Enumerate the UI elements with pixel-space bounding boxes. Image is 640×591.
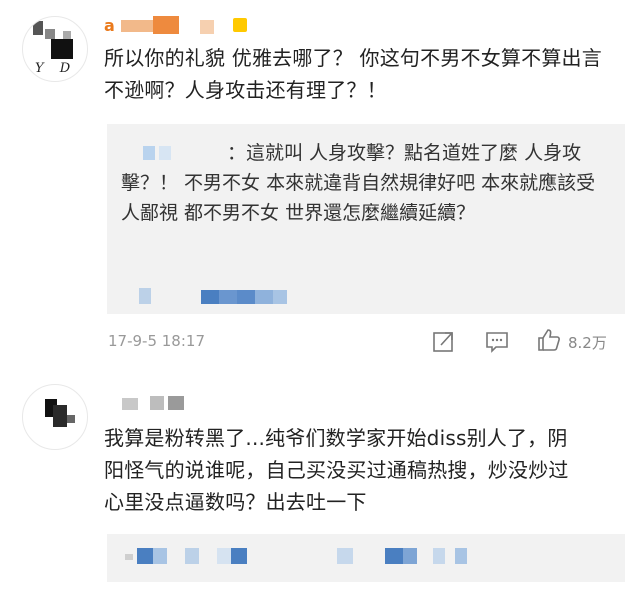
- username-redaction: [121, 20, 153, 32]
- image-placeholder: [385, 548, 403, 564]
- image-placeholder: [255, 290, 273, 304]
- image-placeholder: [217, 548, 231, 564]
- image-placeholder: [433, 548, 445, 564]
- username-redaction: [200, 20, 214, 34]
- avatar[interactable]: Y D: [22, 16, 88, 82]
- image-placeholder: [231, 548, 247, 564]
- image-placeholder: [137, 548, 153, 564]
- image-placeholder: [273, 290, 287, 304]
- comment-text: 我算是粉转黑了...纯爷们数学家开始diss别人了，阴阳怪气的说谁呢，自己买没买…: [104, 426, 569, 514]
- image-placeholder: [153, 548, 167, 564]
- username[interactable]: a: [104, 16, 115, 38]
- username-redaction: [122, 398, 138, 410]
- comment-text: 所以你的礼貌 优雅去哪了？ 你这句不男不女算不算出言不逊啊？人身攻击还有理了？！: [104, 46, 602, 102]
- like-icon[interactable]: [536, 327, 562, 353]
- username-redaction: [168, 396, 184, 410]
- avatar-text: Y D: [35, 61, 77, 76]
- image-placeholder: [403, 548, 417, 564]
- quoted-comment[interactable]: ：這就叫 人身攻擊？點名道姓了麼 人身攻擊？！ 不男不女 本來就違背自然規律好吧…: [107, 124, 625, 314]
- image-placeholder: [237, 290, 255, 304]
- image-placeholder: [125, 554, 133, 560]
- username-text: a: [104, 16, 115, 35]
- timestamp: 17-9-5 18:17: [108, 332, 205, 350]
- image-placeholder: [139, 288, 151, 304]
- quote-text: ：這就叫 人身攻擊？點名道姓了麼 人身攻擊？！ 不男不女 本來就違背自然規律好吧…: [121, 142, 596, 224]
- like-count: 8.2万: [568, 334, 607, 352]
- image-placeholder: [201, 290, 219, 304]
- username-redaction: [153, 16, 179, 34]
- comment-icon[interactable]: [484, 328, 510, 354]
- forward-icon[interactable]: [431, 328, 457, 354]
- username-redaction: [150, 396, 164, 410]
- quoted-comment[interactable]: [107, 534, 625, 582]
- image-placeholder: [455, 548, 467, 564]
- badge-icon: [233, 18, 247, 32]
- avatar[interactable]: [22, 384, 88, 450]
- image-placeholder: [337, 548, 353, 564]
- image-placeholder: [185, 548, 199, 564]
- image-placeholder: [219, 290, 237, 304]
